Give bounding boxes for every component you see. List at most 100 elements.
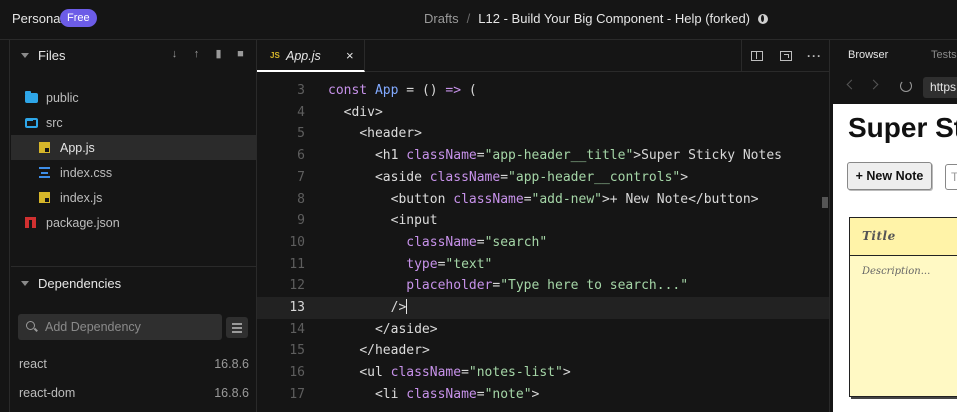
forward-icon[interactable] bbox=[868, 79, 879, 90]
tree-item-app-js[interactable]: App.js bbox=[11, 135, 256, 160]
note-title-field[interactable]: Title bbox=[850, 218, 957, 256]
line-number: 7 bbox=[297, 169, 305, 185]
line-number: 8 bbox=[297, 191, 305, 207]
dependencies-header[interactable]: Dependencies bbox=[11, 268, 257, 298]
code-line-current: 13 /> bbox=[257, 297, 829, 319]
preview-search-placeholder: T bbox=[951, 170, 957, 184]
breadcrumb-drafts[interactable]: Drafts bbox=[424, 11, 459, 26]
line-number: 6 bbox=[297, 148, 305, 164]
new-file-icon[interactable]: ▮ bbox=[213, 48, 224, 60]
tab-tests[interactable]: Tests bbox=[931, 49, 957, 61]
line-number: 4 bbox=[297, 104, 305, 120]
dependency-menu-button[interactable] bbox=[226, 317, 248, 338]
search-icon bbox=[26, 321, 35, 330]
preview-search-input[interactable]: T bbox=[945, 164, 957, 190]
code-line: 11 type="text" bbox=[257, 254, 829, 276]
tree-item-label: src bbox=[46, 115, 63, 130]
code-line: 5 <header> bbox=[257, 123, 829, 145]
open-preview-button[interactable] bbox=[771, 40, 800, 72]
close-icon[interactable]: × bbox=[346, 48, 354, 63]
line-number: 9 bbox=[297, 213, 305, 229]
tree-item-package-json[interactable]: package.json bbox=[11, 210, 256, 235]
reload-icon[interactable] bbox=[900, 80, 912, 92]
js-badge-icon: JS bbox=[270, 51, 280, 60]
add-dependency-input[interactable] bbox=[45, 314, 215, 340]
chevron-down-icon bbox=[21, 280, 29, 286]
line-number: 16 bbox=[289, 365, 305, 381]
dependency-name: react bbox=[19, 357, 47, 371]
line-number: 13 bbox=[289, 300, 305, 315]
browser-nav: https bbox=[830, 72, 957, 102]
activity-gutter bbox=[0, 40, 10, 412]
dependency-version: 16.8.6 bbox=[214, 386, 249, 400]
folder-icon bbox=[25, 90, 38, 103]
tree-item-label: public bbox=[46, 90, 79, 105]
preview-note-card[interactable]: Title Description... bbox=[849, 217, 957, 397]
code-area[interactable]: 3 const App = () => ( 4 <div> 5 <header> … bbox=[257, 80, 829, 412]
code-line: 6 <h1 className="app-header__title">Supe… bbox=[257, 145, 829, 167]
code-line: 3 const App = () => ( bbox=[257, 80, 829, 102]
css-file-icon bbox=[39, 167, 50, 178]
globe-icon bbox=[758, 14, 769, 24]
tab-app-js[interactable]: JS App.js × bbox=[257, 40, 365, 72]
line-number: 5 bbox=[297, 126, 305, 142]
more-button[interactable]: ··· bbox=[800, 40, 829, 72]
code-line: 9 <input bbox=[257, 210, 829, 232]
top-bar: Personal Free Drafts / L12 - Build Your Bi… bbox=[0, 0, 957, 40]
dependency-name: react-dom bbox=[19, 386, 76, 400]
arrow-up-icon[interactable]: ↑ bbox=[191, 48, 202, 60]
code-line: 10 className="search" bbox=[257, 232, 829, 254]
files-title: Files bbox=[38, 47, 66, 63]
line-number: 11 bbox=[289, 256, 305, 272]
arrow-down-icon[interactable]: ↓ bbox=[169, 48, 180, 60]
line-number: 17 bbox=[289, 386, 305, 402]
code-line: 17 <li className="note"> bbox=[257, 384, 829, 406]
dependencies-panel: Dependencies react 16.8.6 react-dom 16.8… bbox=[11, 266, 257, 400]
back-icon[interactable] bbox=[846, 79, 857, 90]
file-explorer: Files ↓ ↑ ▮ ■ public src App.js index.cs… bbox=[11, 40, 257, 412]
line-number: 12 bbox=[289, 278, 305, 294]
split-view-button[interactable] bbox=[742, 40, 771, 72]
preview-new-note-button[interactable]: + New Note bbox=[847, 162, 932, 190]
plan-badge[interactable]: Free bbox=[60, 9, 97, 27]
line-number: 15 bbox=[289, 343, 305, 359]
code-line: 4 <div> bbox=[257, 102, 829, 124]
dependencies-title: Dependencies bbox=[38, 275, 122, 291]
tree-item-public[interactable]: public bbox=[11, 85, 256, 110]
tree-item-index-css[interactable]: index.css bbox=[11, 160, 256, 185]
scrollbar-marker[interactable] bbox=[822, 197, 828, 208]
tree-item-label: index.css bbox=[60, 165, 113, 180]
split-view-icon bbox=[750, 51, 763, 61]
dependency-search bbox=[18, 314, 222, 340]
chevron-down-icon bbox=[21, 52, 29, 58]
code-editor: JS App.js × ··· 3 const App = () => ( 4 <… bbox=[257, 40, 829, 412]
sandbox-title[interactable]: L12 - Build Your Big Component - Help (f… bbox=[478, 11, 750, 26]
line-number: 3 bbox=[297, 83, 305, 98]
code-line: 14 </aside> bbox=[257, 319, 829, 341]
url-bar[interactable]: https bbox=[923, 77, 957, 98]
dependency-row[interactable]: react 16.8.6 bbox=[19, 357, 249, 371]
tab-browser[interactable]: Browser bbox=[848, 49, 888, 61]
text-cursor bbox=[406, 299, 408, 314]
note-title-placeholder: Title bbox=[862, 229, 896, 243]
tree-item-src[interactable]: src bbox=[11, 110, 256, 135]
code-line: 12 placeholder="Type here to search..." bbox=[257, 275, 829, 297]
tree-item-index-js[interactable]: index.js bbox=[11, 185, 256, 210]
editor-actions: ··· bbox=[741, 40, 829, 72]
js-file-icon bbox=[39, 192, 50, 203]
tree-item-label: package.json bbox=[46, 215, 120, 230]
dependency-row[interactable]: react-dom 16.8.6 bbox=[19, 386, 249, 400]
code-line: 15 </header> bbox=[257, 340, 829, 362]
breadcrumb: Drafts / L12 - Build Your Big Component - … bbox=[424, 11, 769, 26]
more-icon: ··· bbox=[807, 49, 822, 63]
folder-open-icon bbox=[25, 117, 38, 128]
npm-icon bbox=[25, 217, 36, 228]
code-line: 16 <ul className="notes-list"> bbox=[257, 362, 829, 384]
workspace-name[interactable]: Personal bbox=[12, 11, 63, 26]
code-line: 8 <button className="add-new">+ New Note… bbox=[257, 189, 829, 211]
new-folder-icon[interactable]: ■ bbox=[235, 48, 246, 60]
tree-item-label: index.js bbox=[60, 190, 103, 205]
browser-pane: Browser Tests https Super St + New Note … bbox=[829, 40, 957, 412]
tab-label: App.js bbox=[286, 49, 321, 63]
file-tree: public src App.js index.css index.js pac… bbox=[11, 85, 256, 235]
